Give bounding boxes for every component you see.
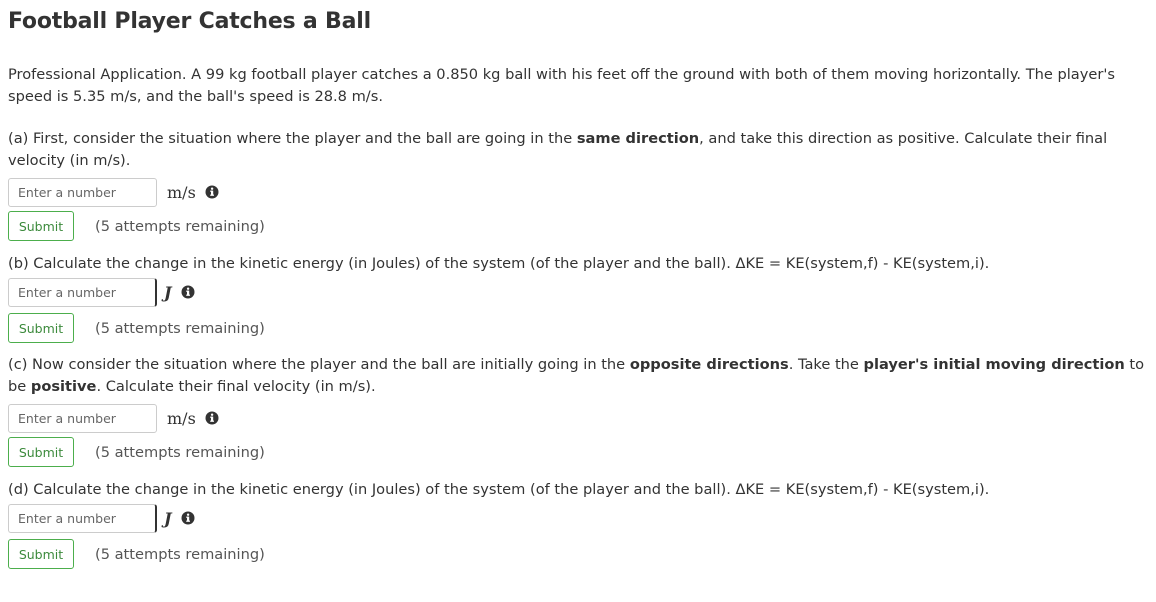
question-page: Football Player Catches a Ball Professio… bbox=[0, 0, 1148, 570]
part-b-answer-input[interactable] bbox=[8, 277, 157, 307]
part-b-answer-row: J bbox=[8, 277, 1148, 307]
part-a: (a) First, consider the situation where … bbox=[8, 128, 1148, 242]
part-c-answer-row: m/s bbox=[8, 403, 1148, 433]
part-b-submit-button[interactable]: Submit bbox=[8, 313, 74, 343]
part-b-submit-row: Submit (5 attempts remaining) bbox=[8, 312, 1148, 344]
part-a-text: (a) First, consider the situation where … bbox=[8, 130, 1108, 169]
part-d-submit-button[interactable]: Submit bbox=[8, 539, 74, 569]
part-a-answer-row: m/s bbox=[8, 177, 1148, 207]
part-a-submit-button[interactable]: Submit bbox=[8, 211, 74, 241]
part-d: (d) Calculate the change in the kinetic … bbox=[8, 479, 1148, 570]
question-intro: Professional Application. A 99 kg footba… bbox=[8, 66, 1115, 105]
part-c: (c) Now consider the situation where the… bbox=[8, 354, 1148, 468]
info-icon[interactable] bbox=[181, 285, 195, 299]
part-c-unit: m/s bbox=[167, 408, 196, 428]
part-c-answer-input[interactable] bbox=[8, 403, 157, 433]
part-d-attempts: (5 attempts remaining) bbox=[95, 545, 265, 563]
info-icon[interactable] bbox=[181, 511, 195, 525]
part-b-unit: J bbox=[164, 282, 172, 302]
part-d-submit-row: Submit (5 attempts remaining) bbox=[8, 538, 1148, 570]
part-a-attempts: (5 attempts remaining) bbox=[95, 217, 265, 235]
part-d-text: (d) Calculate the change in the kinetic … bbox=[8, 481, 990, 498]
part-c-attempts: (5 attempts remaining) bbox=[95, 443, 265, 461]
part-b-text: (b) Calculate the change in the kinetic … bbox=[8, 255, 990, 272]
part-c-submit-row: Submit (5 attempts remaining) bbox=[8, 436, 1148, 468]
part-a-answer-input[interactable] bbox=[8, 177, 157, 207]
part-a-unit: m/s bbox=[167, 182, 196, 202]
part-c-submit-button[interactable]: Submit bbox=[8, 437, 74, 467]
info-icon[interactable] bbox=[205, 185, 219, 199]
question-title: Football Player Catches a Ball bbox=[8, 9, 371, 34]
part-b-attempts: (5 attempts remaining) bbox=[95, 319, 265, 337]
info-icon[interactable] bbox=[205, 411, 219, 425]
part-d-unit: J bbox=[164, 508, 172, 528]
part-b: (b) Calculate the change in the kinetic … bbox=[8, 253, 1148, 344]
part-a-submit-row: Submit (5 attempts remaining) bbox=[8, 210, 1148, 242]
part-d-answer-input[interactable] bbox=[8, 503, 157, 533]
part-c-text: (c) Now consider the situation where the… bbox=[8, 356, 1145, 395]
part-d-answer-row: J bbox=[8, 503, 1148, 533]
